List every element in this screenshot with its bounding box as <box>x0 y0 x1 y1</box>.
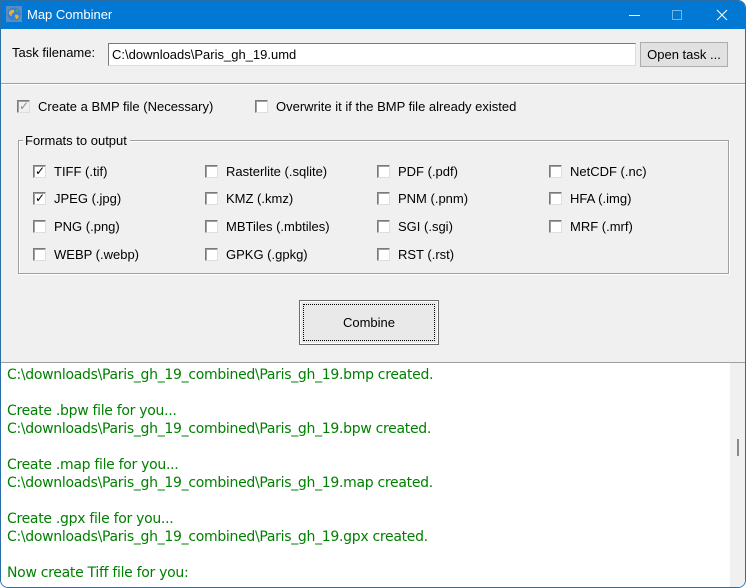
log-line: Create .map file for you... <box>7 457 179 473</box>
format-checkbox[interactable]: PDF (.pdf) <box>377 164 458 179</box>
format-label: MBTiles (.mbtiles) <box>226 219 330 234</box>
log-line: C:\downloads\Paris_gh_19_combined\Paris_… <box>7 529 428 545</box>
formats-groupbox-title: Formats to output <box>23 133 130 148</box>
minimize-icon <box>628 14 640 16</box>
globe-icon <box>6 6 22 22</box>
format-checkbox[interactable]: SGI (.sgi) <box>377 219 453 234</box>
format-checkbox[interactable]: RST (.rst) <box>377 247 454 262</box>
close-button[interactable] <box>699 1 745 29</box>
minimize-button[interactable] <box>611 1 657 29</box>
log-scrollbar[interactable] <box>730 363 745 587</box>
checkbox-box[interactable] <box>205 220 218 233</box>
format-checkbox[interactable]: KMZ (.kmz) <box>205 191 293 206</box>
scrollbar-thumb[interactable] <box>737 439 739 456</box>
format-checkbox[interactable]: ✓ TIFF (.tif) <box>33 164 107 179</box>
open-task-button[interactable]: Open task ... <box>640 42 728 67</box>
checkmark-icon: ✓ <box>35 191 46 205</box>
combine-button-label: Combine <box>342 315 396 330</box>
overwrite-label: Overwrite it if the BMP file already exi… <box>276 99 517 114</box>
format-checkbox[interactable]: MBTiles (.mbtiles) <box>205 219 330 234</box>
checkbox-box[interactable] <box>33 248 46 261</box>
checkbox-box[interactable] <box>377 165 390 178</box>
checkbox-box[interactable]: ✓ <box>33 164 46 178</box>
checkbox-box[interactable] <box>205 165 218 178</box>
format-label: KMZ (.kmz) <box>226 191 294 206</box>
log-line: Create .bpw file for you... <box>7 403 177 419</box>
checkbox-box[interactable] <box>549 220 562 233</box>
format-label: Rasterlite (.sqlite) <box>226 164 328 179</box>
combine-button[interactable]: Combine <box>299 300 439 345</box>
format-label: WEBP (.webp) <box>54 247 140 262</box>
close-icon <box>716 9 728 21</box>
checkbox-box[interactable] <box>205 192 218 205</box>
maximize-button[interactable] <box>654 1 700 29</box>
checkbox-box[interactable] <box>33 220 46 233</box>
checkbox-box[interactable]: ✓ <box>33 191 46 205</box>
create-bmp-label: Create a BMP file (Necessary) <box>38 99 214 114</box>
format-label: SGI (.sgi) <box>398 219 453 234</box>
checkbox-box[interactable] <box>549 192 562 205</box>
log-line: Now create Tiff file for you: <box>7 565 189 581</box>
format-checkbox[interactable]: Rasterlite (.sqlite) <box>205 164 327 179</box>
format-checkbox[interactable]: HFA (.img) <box>549 191 631 206</box>
task-filename-input[interactable]: C:\downloads\Paris_gh_19.umd <box>108 43 636 66</box>
log-line: C:\downloads\Paris_gh_19_combined\Paris_… <box>7 475 433 491</box>
format-label: PNM (.pnm) <box>398 191 469 206</box>
checkbox-box[interactable] <box>255 100 268 113</box>
log-output[interactable]: C:\downloads\Paris_gh_19_combined\Paris_… <box>1 363 745 587</box>
separator <box>1 83 745 85</box>
format-checkbox[interactable]: GPKG (.gpkg) <box>205 247 308 262</box>
format-checkbox[interactable]: PNM (.pnm) <box>377 191 468 206</box>
checkbox-box[interactable] <box>205 248 218 261</box>
checkmark-icon: ✓ <box>35 164 46 178</box>
format-label: GPKG (.gpkg) <box>226 247 308 262</box>
log-line: C:\downloads\Paris_gh_19_combined\Paris_… <box>7 421 431 437</box>
checkbox-box[interactable] <box>377 248 390 261</box>
checkbox-box[interactable] <box>377 220 390 233</box>
title-bar[interactable]: Map Combiner <box>1 1 745 29</box>
task-filename-label: Task filename: <box>12 45 96 60</box>
format-label: NetCDF (.nc) <box>570 164 647 179</box>
overwrite-checkbox[interactable]: Overwrite it if the BMP file already exi… <box>255 99 516 114</box>
format-checkbox[interactable]: MRF (.mrf) <box>549 219 633 234</box>
format-label: HFA (.img) <box>570 191 632 206</box>
format-label: TIFF (.tif) <box>54 164 108 179</box>
window-title: Map Combiner <box>27 7 113 22</box>
map-combiner-window: Map Combiner Task filename: C:\downloads… <box>0 0 746 588</box>
format-checkbox[interactable]: PNG (.png) <box>33 219 120 234</box>
checkmark-icon: ✓ <box>19 99 30 113</box>
format-label: PDF (.pdf) <box>398 164 458 179</box>
checkbox-box[interactable] <box>549 165 562 178</box>
maximize-icon <box>672 10 682 20</box>
create-bmp-checkbox: ✓ Create a BMP file (Necessary) <box>17 99 213 114</box>
format-label: JPEG (.jpg) <box>54 191 122 206</box>
checkbox-box[interactable] <box>377 192 390 205</box>
format-checkbox[interactable]: WEBP (.webp) <box>33 247 139 262</box>
format-label: MRF (.mrf) <box>570 219 633 234</box>
format-checkbox[interactable]: NetCDF (.nc) <box>549 164 647 179</box>
log-line: Create .gpx file for you... <box>7 511 174 527</box>
checkbox-box: ✓ <box>17 99 30 113</box>
format-label: RST (.rst) <box>398 247 455 262</box>
format-checkbox[interactable]: ✓ JPEG (.jpg) <box>33 191 121 206</box>
format-label: PNG (.png) <box>54 219 120 234</box>
log-line: C:\downloads\Paris_gh_19_combined\Paris_… <box>7 367 434 383</box>
